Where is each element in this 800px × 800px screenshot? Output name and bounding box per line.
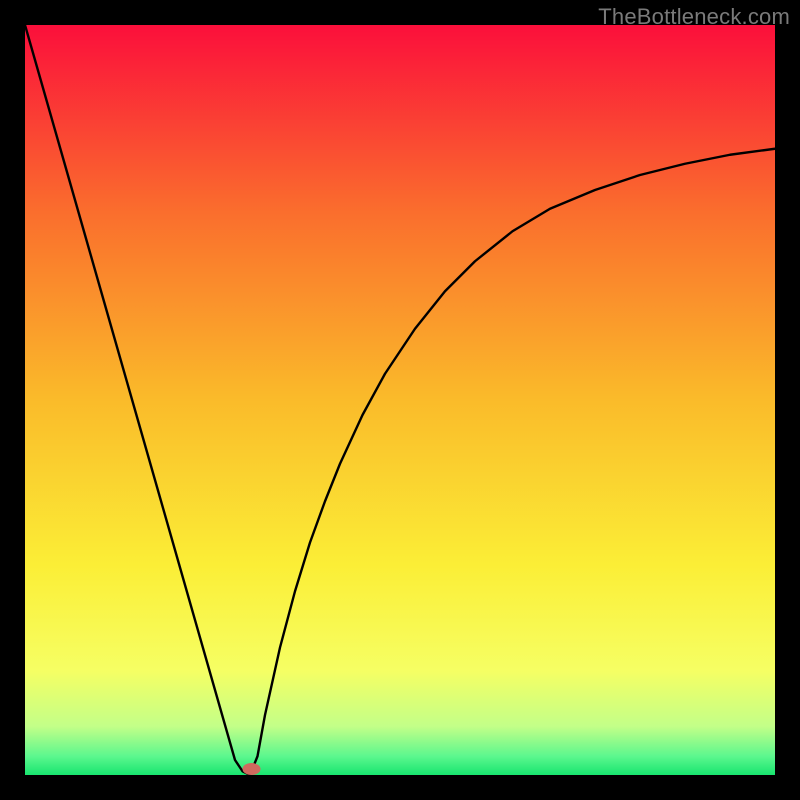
plot-area — [25, 25, 775, 775]
chart-frame: TheBottleneck.com — [0, 0, 800, 800]
gradient-background — [25, 25, 775, 775]
chart-svg — [25, 25, 775, 775]
watermark-text: TheBottleneck.com — [598, 4, 790, 30]
bottleneck-marker — [243, 763, 261, 775]
